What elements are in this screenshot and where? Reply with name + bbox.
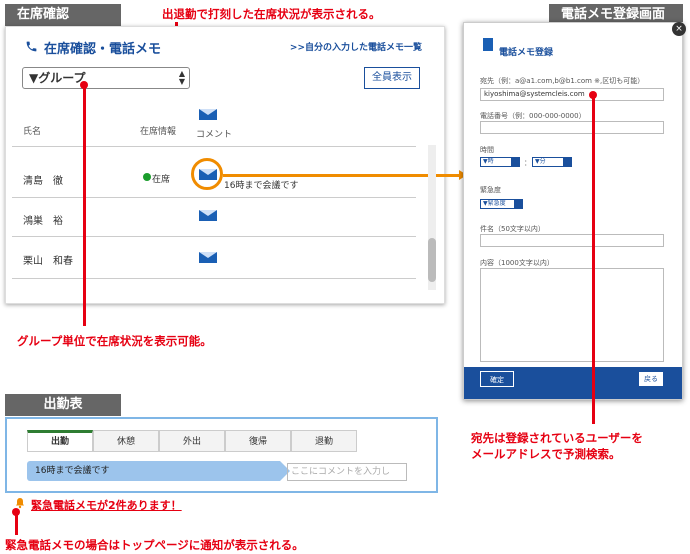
minute-select[interactable]: ▼分 [532,157,572,167]
hour-select-value: ▼時 [483,158,494,165]
annotation-urgent: 緊急電話メモの場合はトップページに通知が表示される。 [5,538,304,552]
row-name-3: 栗山 和春 [23,256,73,267]
panel-title-text: 在席確認・電話メモ [44,42,162,57]
subject-label: 件名（50文字以内） [480,225,545,233]
highlight-connector [223,174,459,177]
highlight-circle [191,158,223,190]
present-status-dot [143,173,151,181]
attendance-table-panel [5,417,438,493]
mail-icon-header [199,109,217,120]
row-divider [12,278,416,279]
to-input[interactable]: kiyoshima@systemcleis.com [480,88,664,101]
memo-icon [483,38,493,51]
content-label: 内容（1000文字以内） [480,259,554,267]
my-memo-link[interactable]: >>自分の入力した電話メモ一覧 [290,40,422,53]
row-comment-1: 16時まで会議です [224,181,299,191]
col-status: 在席情報 [140,127,177,137]
group-select-value: ▼グループ [29,71,86,85]
show-all-button[interactable]: 全員表示 [364,67,420,89]
tab-return[interactable]: 復帰 [225,430,291,452]
select-arrows-icon: ▲ ▼ [178,69,185,86]
mail-icon-row-3[interactable] [199,252,217,263]
row-divider [12,146,416,147]
annotation-group: グループ単位で在席状況を表示可能。 [17,334,212,348]
urgency-label: 緊急度 [480,186,501,194]
mail-icon-row-2[interactable] [199,210,217,221]
tab-break[interactable]: 休憩 [93,430,159,452]
tab-out[interactable]: 外出 [159,430,225,452]
memo-panel-title: 電話メモ登録 [499,48,554,58]
confirm-button[interactable]: 確定 [480,371,514,387]
row-name-2: 鴻巣 裕 [23,216,63,227]
group-select[interactable]: ▼グループ ▲ ▼ [22,67,190,89]
panel-title: 在席確認・電話メモ [25,38,161,57]
time-label: 時間 [480,146,494,154]
content-textarea[interactable] [480,268,664,362]
dropdown-icon [514,200,522,208]
scrollbar-thumb[interactable] [428,238,436,282]
time-separator: ： [524,159,531,167]
urgent-memo-link[interactable]: 緊急電話メモが2件あります！ [31,497,182,513]
urgency-select[interactable]: ▼緊急度 [480,199,523,209]
col-comment: コメント [196,130,233,140]
back-button[interactable]: 戻る [638,371,664,387]
col-name: 氏名 [23,127,42,137]
row-divider [12,236,416,237]
phone-icon [25,40,38,57]
dropdown-icon [511,158,519,166]
row-name-1: 清島 徹 [23,176,63,187]
tab-clock-out[interactable]: 退勤 [291,430,357,452]
minute-select-value: ▼分 [535,158,546,165]
annotation-top: 出退勤で打刻した在席状況が表示される。 [162,7,381,21]
tab-clock-in[interactable]: 出勤 [27,430,93,452]
urgency-select-value: ▼緊急度 [483,200,506,207]
comment-bar: 16時まで会議です [27,461,290,481]
to-label: 宛先（例：a@a1.com,b@b1.com ※,区切も可能） [480,77,645,85]
annotation-address: 宛先は登録されているユーザーを メールアドレスで予測検索。 [471,431,643,461]
close-icon[interactable]: × [672,22,686,36]
section-tab-attendance-confirm: 在席確認 [5,4,121,26]
annotation-line-urgent [15,513,18,535]
section-tab-attendance-table: 出勤表 [5,394,121,416]
row-divider [12,197,416,198]
subject-input[interactable] [480,234,664,247]
comment-input[interactable]: ここにコメントを入力し [287,463,407,481]
phone-input[interactable] [480,121,664,134]
dropdown-icon [563,158,571,166]
phone-label: 電話番号（例：000-000-0000） [480,112,586,120]
annotation-line-address [592,96,595,424]
annotation-line-group [83,86,86,326]
hour-select[interactable]: ▼時 [480,157,520,167]
row-status-1: 在席 [152,175,171,185]
